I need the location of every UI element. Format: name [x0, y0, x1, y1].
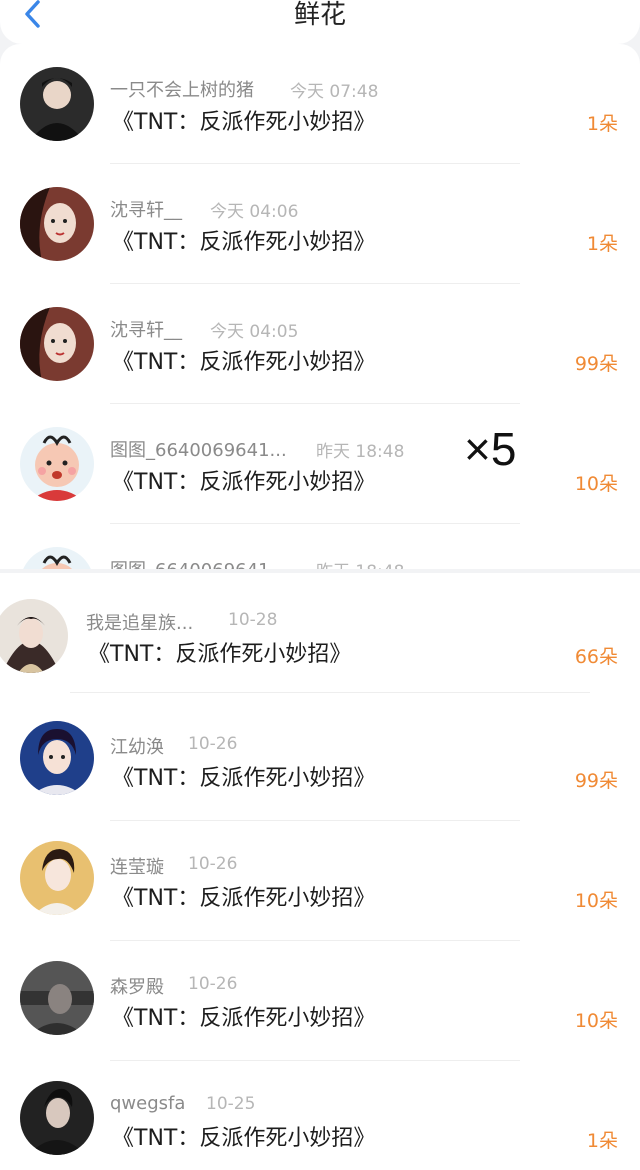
flower-count: 99朵 — [574, 353, 618, 375]
avatar[interactable] — [20, 1081, 94, 1155]
avatar[interactable] — [20, 721, 94, 795]
work-title: 《TNT：反派作死小妙招》 — [112, 110, 376, 135]
avatar[interactable] — [20, 961, 94, 1035]
work-title: 《TNT：反派作死小妙招》 — [112, 766, 376, 791]
work-title: 《TNT：反派作死小妙招》 — [112, 470, 376, 495]
avatar[interactable] — [20, 427, 94, 501]
list-item[interactable]: 我是追星族... 10-28 《TNT：反派作死小妙招》 66朵 — [0, 573, 640, 693]
gift-list-card-2: 我是追星族... 10-28 《TNT：反派作死小妙招》 66朵 江幼涣 10-… — [0, 573, 640, 1170]
flower-count: 99朵 — [574, 770, 618, 792]
sender-name: 连莹璇 — [110, 857, 164, 878]
page-title: 鲜花 — [293, 0, 346, 30]
list-item[interactable]: 图图_6640069641 昨天 18:48 — [0, 524, 640, 569]
flower-count: 10朵 — [574, 473, 618, 495]
work-title: 《TNT：反派作死小妙招》 — [112, 1006, 376, 1031]
send-time: 10-26 — [188, 854, 238, 874]
send-time: 昨天 18:48 — [316, 557, 404, 569]
list-item[interactable]: 森罗殿 10-26 《TNT：反派作死小妙招》 10朵 — [0, 941, 640, 1061]
avatar[interactable] — [0, 599, 68, 673]
list-item[interactable]: 一只不会上树的猪 今天 07:48 《TNT：反派作死小妙招》 1朵 — [0, 44, 640, 164]
sender-name: 图图_6640069641 — [110, 556, 270, 569]
send-time: 今天 04:06 — [210, 202, 299, 222]
send-time: 今天 07:48 — [290, 82, 379, 102]
work-title: 《TNT：反派作死小妙招》 — [112, 886, 376, 911]
flower-count: 1朵 — [586, 1130, 618, 1152]
flower-count: 1朵 — [586, 233, 618, 255]
work-title: 《TNT：反派作死小妙招》 — [112, 230, 376, 255]
sender-name: 图图_6640069641... — [110, 440, 287, 461]
send-time: 10-25 — [206, 1094, 256, 1114]
avatar[interactable] — [20, 307, 94, 381]
list-item[interactable]: qwegsfa 10-25 《TNT：反派作死小妙招》 1朵 — [0, 1061, 640, 1170]
list-item[interactable]: 连莹璇 10-26 《TNT：反派作死小妙招》 10朵 — [0, 821, 640, 941]
flower-count: 66朵 — [574, 646, 618, 668]
send-time: 今天 04:05 — [210, 322, 299, 342]
list-item[interactable]: 江幼涣 10-26 《TNT：反派作死小妙招》 99朵 — [0, 701, 640, 821]
gift-list-card-1: 一只不会上树的猪 今天 07:48 《TNT：反派作死小妙招》 1朵 沈寻轩__… — [0, 44, 640, 569]
work-title: 《TNT：反派作死小妙招》 — [112, 350, 376, 375]
sender-name: 沈寻轩__ — [110, 200, 182, 221]
flower-count: 10朵 — [574, 1010, 618, 1032]
divider — [70, 692, 590, 693]
work-title: 《TNT：反派作死小妙招》 — [88, 642, 352, 667]
send-time: 10-28 — [228, 610, 278, 630]
avatar[interactable] — [20, 841, 94, 915]
send-time: 10-26 — [188, 974, 238, 994]
send-time: 10-26 — [188, 734, 238, 754]
multiplier-label: ×5 — [464, 423, 517, 475]
top-bar: 鲜花 — [0, 0, 640, 44]
list-item[interactable]: 沈寻轩__ 今天 04:05 《TNT：反派作死小妙招》 99朵 — [0, 284, 640, 404]
avatar[interactable] — [20, 547, 94, 569]
sender-name: 江幼涣 — [110, 737, 164, 758]
avatar[interactable] — [20, 187, 94, 261]
sender-name: 沈寻轩__ — [110, 320, 182, 341]
sender-name: 一只不会上树的猪 — [110, 80, 254, 101]
flower-count: 1朵 — [586, 113, 618, 135]
send-time: 昨天 18:48 — [316, 442, 405, 462]
flower-count: 10朵 — [574, 890, 618, 912]
sender-name: qwegsfa — [110, 1093, 186, 1114]
sender-name: 我是追星族... — [86, 613, 194, 634]
sender-name: 森罗殿 — [110, 977, 164, 998]
list-item[interactable]: 沈寻轩__ 今天 04:06 《TNT：反派作死小妙招》 1朵 — [0, 164, 640, 284]
list-item[interactable]: 图图_6640069641... 昨天 18:48 《TNT：反派作死小妙招》 … — [0, 404, 640, 524]
work-title: 《TNT：反派作死小妙招》 — [112, 1126, 376, 1151]
avatar[interactable] — [20, 67, 94, 141]
